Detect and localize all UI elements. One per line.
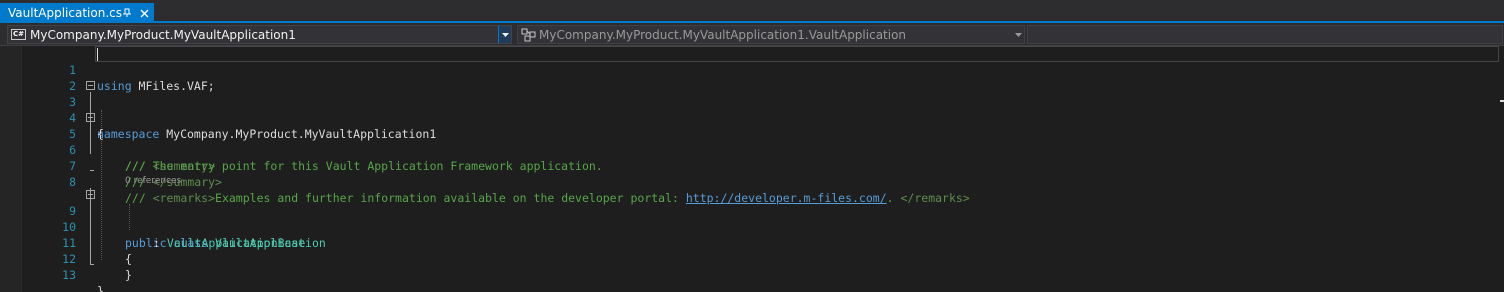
collapse-toggle[interactable] bbox=[86, 81, 95, 90]
code-line-1: 1 using MFiles.VAF; bbox=[0, 46, 1504, 93]
navigation-bar: C# MyCompany.MyProduct.MyVaultApplicatio… bbox=[0, 23, 1504, 46]
code-line-12: 12 } bbox=[0, 235, 1504, 282]
collapse-toggle[interactable] bbox=[86, 190, 95, 199]
editor-window: VaultApplication.cs C# MyCompany.MyProdu… bbox=[0, 0, 1504, 292]
code-line-11: 11 { bbox=[0, 219, 1504, 266]
class-icon bbox=[521, 28, 537, 42]
code-line-13: 13 } bbox=[0, 251, 1504, 292]
type-dropdown-label: MyCompany.MyProduct.MyVaultApplication1.… bbox=[539, 27, 907, 42]
code-line-2: 2 bbox=[0, 62, 1504, 93]
code-line-6: 6 /// The entry point for this Vault App… bbox=[0, 126, 1504, 173]
code-line-10: 10 : VaultApplicationBase bbox=[0, 203, 1504, 250]
code-line-3: 3 namespace MyCompany.MyProduct.MyVaultA… bbox=[0, 78, 1504, 141]
code-line-9: 9 public class VaultApplication bbox=[0, 187, 1504, 250]
pin-icon[interactable] bbox=[121, 6, 133, 20]
scrollbar-caret-marker bbox=[1500, 100, 1504, 102]
chevron-down-icon[interactable] bbox=[498, 26, 511, 43]
type-dropdown[interactable]: MyCompany.MyProduct.MyVaultApplication1.… bbox=[517, 25, 1025, 44]
code-line-7: 7 /// </summary> bbox=[0, 142, 1504, 189]
code-line-5: 5 /// <summary> bbox=[0, 110, 1504, 173]
code-line-8: 8 /// <remarks>Examples and further info… bbox=[0, 158, 1504, 205]
project-dropdown-label: MyCompany.MyProduct.MyVaultApplication1 bbox=[30, 27, 296, 42]
collapse-toggle[interactable] bbox=[86, 113, 95, 122]
code-editor[interactable]: 1 using MFiles.VAF; 2 3 namespace MyComp… bbox=[0, 46, 1504, 292]
tab-title: VaultApplication.cs bbox=[8, 6, 122, 20]
document-tab-strip: VaultApplication.cs bbox=[0, 0, 1504, 23]
tab-vaultapplication-cs[interactable]: VaultApplication.cs bbox=[0, 3, 154, 23]
code-line-4: 4 { bbox=[0, 94, 1504, 141]
chevron-down-icon[interactable] bbox=[1012, 26, 1024, 43]
close-icon[interactable] bbox=[137, 6, 151, 20]
code-area[interactable]: 1 using MFiles.VAF; 2 3 namespace MyComp… bbox=[0, 46, 1504, 292]
code-text: } bbox=[97, 284, 104, 292]
member-dropdown[interactable] bbox=[1027, 25, 1503, 44]
csharp-file-icon: C# bbox=[11, 29, 26, 40]
line-number: 13 bbox=[62, 268, 76, 282]
code-text: } bbox=[125, 268, 132, 282]
project-dropdown[interactable]: C# MyCompany.MyProduct.MyVaultApplicatio… bbox=[7, 25, 512, 44]
